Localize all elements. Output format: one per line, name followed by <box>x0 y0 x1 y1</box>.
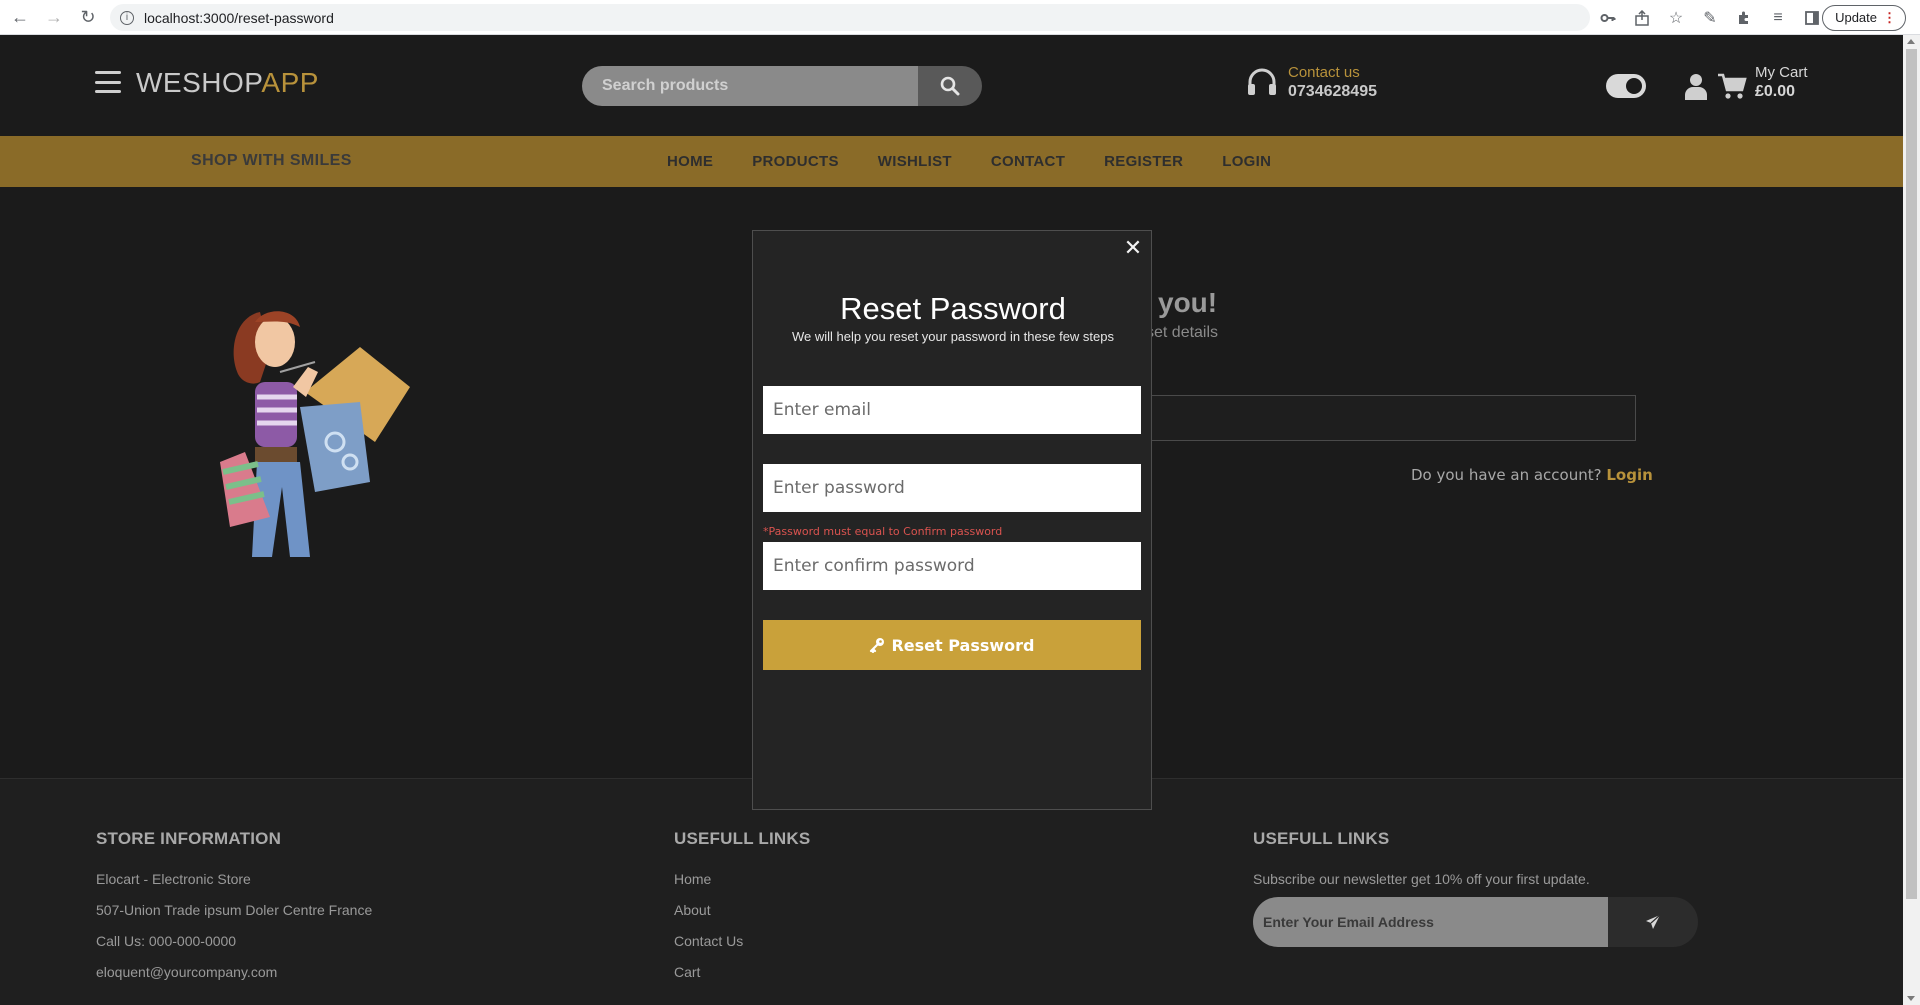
back-icon[interactable]: ← <box>6 3 34 31</box>
store-info-title: STORE INFORMATION <box>96 829 282 848</box>
useful-links-title: USEFULL LINKS <box>674 829 811 848</box>
cart-icon[interactable] <box>1717 72 1747 100</box>
cart-summary[interactable]: My Cart £0.00 <box>1755 64 1808 101</box>
reset-button-label: Reset Password <box>891 635 1035 655</box>
reading-list-icon[interactable]: ≡ <box>1768 8 1788 28</box>
send-icon <box>1646 914 1661 929</box>
side-panel-icon[interactable] <box>1802 8 1822 28</box>
tagline: SHOP WITH SMILES <box>191 152 352 169</box>
menu-dots-icon: ⋮ <box>1883 10 1896 25</box>
newsletter-text: Subscribe our newsletter get 10% off you… <box>1253 871 1590 887</box>
store-info-column: STORE INFORMATION Elocart - Electronic S… <box>96 829 372 995</box>
newsletter-email-input[interactable] <box>1253 897 1608 947</box>
main-nav: SHOP WITH SMILES HOME PRODUCTS WISHLIST … <box>0 136 1903 187</box>
newsletter-column: USEFULL LINKS Subscribe our newsletter g… <box>1253 829 1698 947</box>
newsletter-submit-button[interactable] <box>1608 897 1698 947</box>
key-icon <box>869 637 885 653</box>
footer-link-home[interactable]: Home <box>674 871 810 887</box>
store-email[interactable]: eloquent@yourcompany.com <box>96 964 372 980</box>
close-icon[interactable]: ✕ <box>1123 238 1143 260</box>
theme-toggle[interactable] <box>1606 74 1646 98</box>
key-icon[interactable] <box>1598 8 1618 28</box>
store-address: 507-Union Trade ipsum Doler Centre Franc… <box>96 902 373 918</box>
scroll-down-icon[interactable] <box>1907 996 1915 1001</box>
nav-login[interactable]: LOGIN <box>1222 153 1271 170</box>
contact-phone: 0734628495 <box>1288 83 1377 100</box>
nav-contact[interactable]: CONTACT <box>991 153 1065 170</box>
confirm-password-field[interactable] <box>763 542 1141 590</box>
headset-icon <box>1248 68 1276 95</box>
site-footer: STORE INFORMATION Elocart - Electronic S… <box>0 778 1903 1005</box>
email-field[interactable] <box>763 386 1141 434</box>
search-input[interactable] <box>582 66 918 106</box>
shopping-woman-illustration <box>220 311 410 557</box>
site-header: WESHOPAPP Contact us 0734628495 My Cart … <box>0 35 1903 136</box>
footer-link-contact[interactable]: Contact Us <box>674 933 810 949</box>
store-phone: Call Us: 000-000-0000 <box>96 933 237 949</box>
reload-icon[interactable]: ↻ <box>74 3 102 31</box>
account-prompt: Do you have an account? Login <box>1411 466 1653 484</box>
store-name: Elocart - Electronic Store <box>96 871 251 887</box>
scroll-up-icon[interactable] <box>1907 39 1915 44</box>
site-info-icon[interactable]: i <box>120 10 134 25</box>
newsletter-title: USEFULL LINKS <box>1253 829 1390 848</box>
nav-links: HOME PRODUCTS WISHLIST CONTACT REGISTER … <box>667 153 1310 170</box>
account-question: Do you have an account? <box>1411 466 1602 484</box>
update-label: Update <box>1835 10 1877 25</box>
reset-password-button[interactable]: Reset Password <box>763 620 1141 670</box>
newsletter-form <box>1253 897 1698 947</box>
url-text: localhost:3000/reset-password <box>144 9 334 26</box>
contact-label[interactable]: Contact us <box>1288 64 1377 81</box>
modal-title: Reset Password <box>840 291 1066 326</box>
nav-products[interactable]: PRODUCTS <box>752 153 839 170</box>
footer-link-cart[interactable]: Cart <box>674 964 810 980</box>
background-input-field[interactable] <box>1148 395 1636 441</box>
password-field[interactable] <box>763 464 1141 512</box>
cart-total: £0.00 <box>1755 83 1796 100</box>
background-heading: you! <box>1158 287 1218 318</box>
edit-extension-icon[interactable]: ✎ <box>1700 8 1720 28</box>
browser-toolbar: ← → ↻ i localhost:3000/reset-password ☆ … <box>0 0 1920 35</box>
search-button[interactable] <box>918 66 982 106</box>
reset-password-modal: ✕ Reset Password We will help you reset … <box>752 230 1152 810</box>
password-error-message: *Password must equal to Confirm password <box>763 525 1003 538</box>
page-scrollbar[interactable] <box>1903 35 1920 1005</box>
cart-label: My Cart <box>1755 64 1808 81</box>
nav-wishlist[interactable]: WISHLIST <box>878 153 952 170</box>
login-link[interactable]: Login <box>1606 466 1652 484</box>
user-icon[interactable] <box>1685 72 1707 100</box>
search-icon <box>940 76 960 96</box>
update-button[interactable]: Update ⋮ <box>1822 5 1906 31</box>
useful-links-column: USEFULL LINKS Home About Contact Us Cart <box>674 829 810 995</box>
modal-subtitle: We will help you reset your password in … <box>791 329 1115 344</box>
forward-icon[interactable]: → <box>40 3 68 31</box>
site-logo[interactable]: WESHOPAPP <box>136 67 319 99</box>
share-icon[interactable] <box>1632 8 1652 28</box>
nav-home[interactable]: HOME <box>667 153 713 170</box>
scroll-thumb[interactable] <box>1906 49 1917 899</box>
nav-register[interactable]: REGISTER <box>1104 153 1183 170</box>
search-bar <box>582 66 982 106</box>
contact-info: Contact us 0734628495 <box>1246 64 1377 101</box>
bookmark-star-icon[interactable]: ☆ <box>1666 8 1686 28</box>
extensions-icon[interactable] <box>1734 8 1754 28</box>
footer-link-about[interactable]: About <box>674 902 810 918</box>
hamburger-menu-icon[interactable] <box>95 71 121 93</box>
address-bar[interactable]: i localhost:3000/reset-password <box>110 4 1590 31</box>
background-subheading: set details <box>1146 324 1219 341</box>
browser-actions: ☆ ✎ ≡ <box>1598 6 1860 30</box>
